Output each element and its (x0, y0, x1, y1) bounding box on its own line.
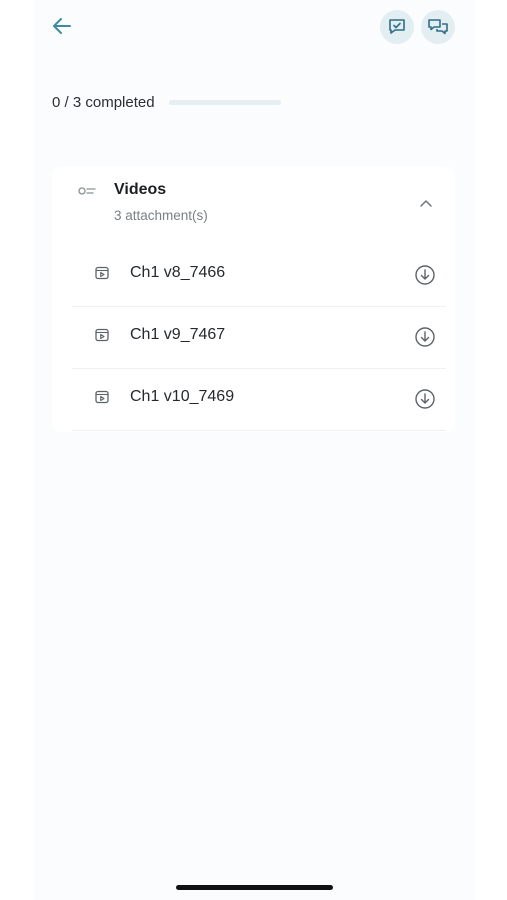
feedback-button[interactable] (380, 10, 414, 44)
download-icon[interactable] (414, 264, 436, 286)
download-icon[interactable] (414, 388, 436, 410)
screen (34, 0, 474, 900)
chevron-up-icon[interactable] (418, 198, 434, 208)
progress-summary: 0 / 3 completed (52, 94, 281, 111)
attachments-card: Videos 3 attachment(s) Ch1 v8_7466 Ch1 v… (52, 166, 455, 432)
home-indicator[interactable] (176, 885, 333, 890)
progress-label: 0 / 3 completed (52, 94, 155, 111)
attachment-name: Ch1 v10_7469 (130, 388, 235, 405)
videos-section-header[interactable]: Videos 3 attachment(s) (52, 166, 455, 236)
arrow-left-icon (53, 18, 71, 34)
video-file-icon (95, 390, 109, 404)
attachment-name: Ch1 v8_7466 (130, 264, 226, 281)
chat-bubbles-icon (428, 19, 448, 35)
comment-check-icon (389, 19, 405, 34)
attachment-count: 3 attachment(s) (114, 208, 208, 223)
section-title: Videos (114, 181, 167, 198)
chat-button[interactable] (421, 10, 455, 44)
back-button[interactable] (48, 12, 76, 40)
download-icon[interactable] (414, 326, 436, 348)
list-toggle-icon (78, 187, 96, 195)
list-item[interactable]: Ch1 v9_7467 (72, 306, 446, 369)
list-item[interactable]: Ch1 v8_7466 (72, 244, 446, 307)
video-file-icon (95, 328, 109, 342)
list-item[interactable]: Ch1 v10_7469 (72, 368, 446, 431)
progress-bar (168, 100, 281, 105)
attachment-name: Ch1 v9_7467 (130, 326, 226, 343)
video-file-icon (95, 266, 109, 280)
